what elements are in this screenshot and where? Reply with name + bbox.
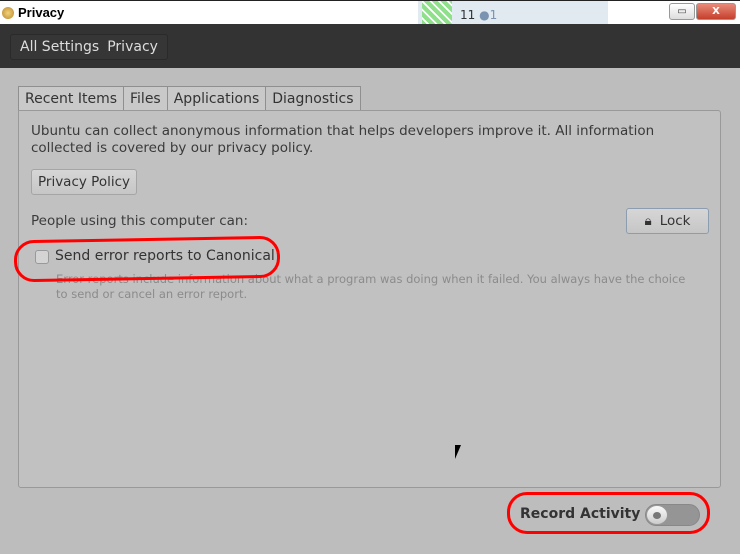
avatar [422, 1, 452, 25]
toggle-knob [646, 505, 668, 525]
app-icon [2, 7, 14, 19]
record-activity-label: Record Activity [520, 506, 641, 522]
breadcrumb-privacy[interactable]: Privacy [107, 39, 158, 55]
annotation-circle [13, 235, 281, 283]
badge-count: ●1 [479, 8, 498, 22]
close-button[interactable]: X [696, 3, 736, 20]
reputation-score: 11 [460, 8, 476, 22]
privacy-policy-button[interactable]: Privacy Policy [31, 169, 137, 195]
tab-bar: Recent Items Files Applications Diagnost… [18, 86, 361, 112]
people-label: People using this computer can: [31, 213, 249, 229]
record-activity-toggle[interactable] [645, 504, 700, 526]
lock-button[interactable]: 🔒︎ Lock [626, 208, 709, 234]
lock-icon: 🔒︎ [644, 213, 652, 229]
tab-recent-items[interactable]: Recent Items [18, 86, 124, 111]
diagnostics-panel: Ubuntu can collect anonymous information… [18, 110, 721, 488]
mouse-cursor-icon [455, 445, 461, 459]
tab-files[interactable]: Files [123, 86, 168, 111]
toolbar: All Settings Privacy [0, 24, 740, 68]
tab-diagnostics[interactable]: Diagnostics [265, 86, 361, 112]
description: Ubuntu can collect anonymous information… [31, 123, 655, 156]
background-window: 11 ●1 [418, 1, 608, 25]
title-bar: Privacy 11 ●1 ▭ X [0, 0, 740, 25]
window-title: Privacy [18, 5, 65, 20]
breadcrumb-all-settings[interactable]: All Settings [20, 39, 99, 55]
minimize-button[interactable]: ▭ [669, 3, 695, 20]
breadcrumb: All Settings Privacy [10, 34, 168, 60]
tab-applications[interactable]: Applications [166, 86, 267, 111]
